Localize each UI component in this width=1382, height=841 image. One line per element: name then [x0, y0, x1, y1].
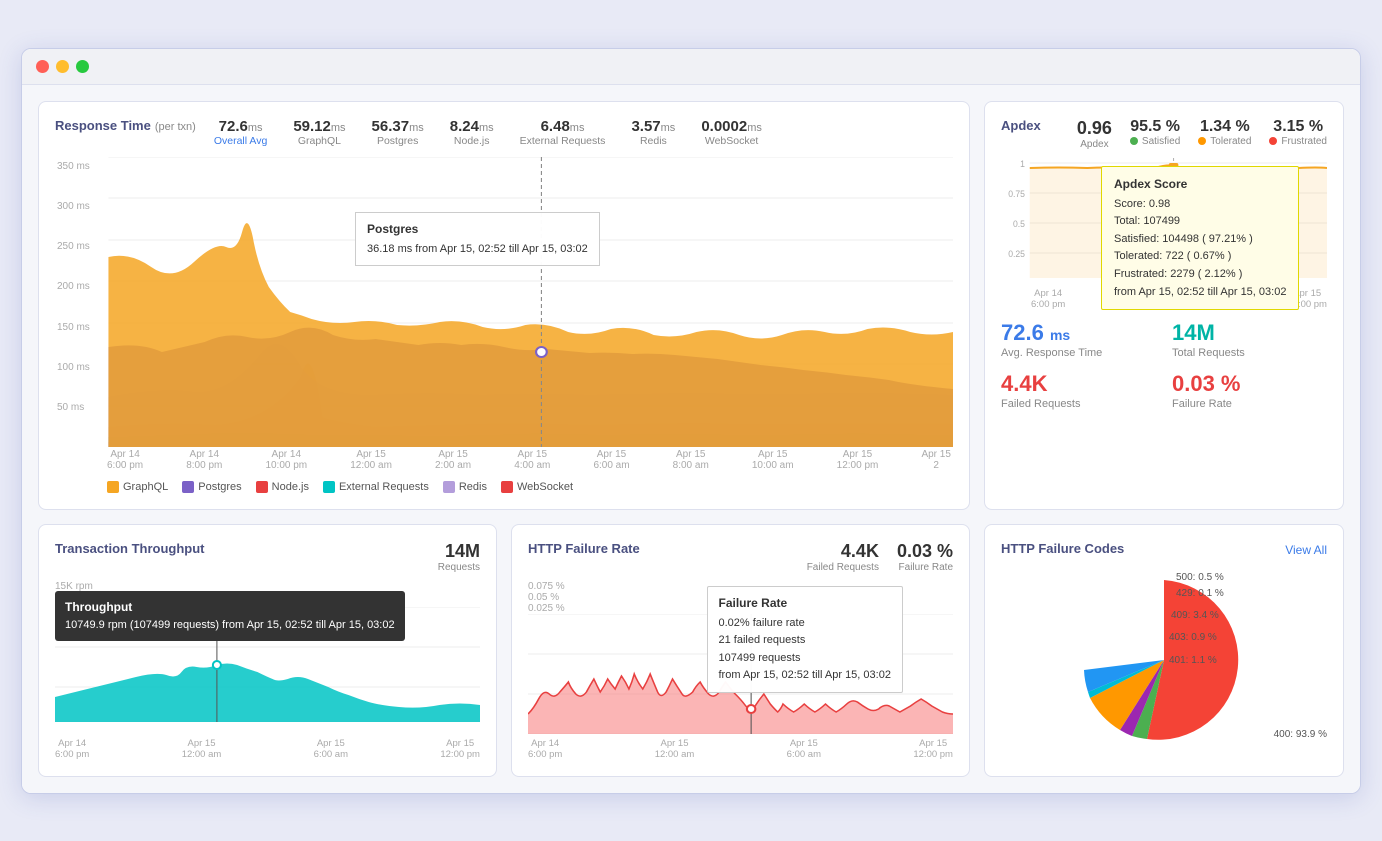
- svg-text:0.75: 0.75: [1008, 188, 1025, 198]
- legend-postgres: Postgres: [182, 481, 241, 493]
- stat-failed-requests-value: 4.4K: [1001, 371, 1047, 397]
- stat-avg-response-value: 72.6 ms: [1001, 320, 1070, 346]
- legend-websocket: WebSocket: [501, 481, 573, 493]
- metric-websocket: 0.0002ms WebSocket: [701, 118, 762, 147]
- stat-avg-response-label: Avg. Response Time: [1001, 347, 1102, 359]
- apdex-chart-area: 1 0.75 0.5 0.25 Apdex Score: [1001, 158, 1327, 278]
- stat-avg-response: 72.6 ms Avg. Response Time: [1001, 320, 1156, 359]
- apdex-frustrated-value: 3.15 %: [1273, 118, 1323, 136]
- apdex-metrics: 0.96 Apdex 95.5 % Satisfied 1.34 % Toler…: [1077, 118, 1327, 150]
- response-time-metrics: 72.6ms Overall Avg 59.12ms GraphQL 56.37ms…: [214, 118, 778, 147]
- http-failure-codes-card: HTTP Failure Codes View All: [984, 524, 1344, 777]
- svg-text:0.5: 0.5: [1013, 218, 1025, 228]
- hfr-svg: [528, 614, 953, 734]
- pie-container: 500: 0.5 % 429: 0.1 % 409: 3.4 % 403: 0.…: [1001, 570, 1327, 750]
- failure-rate-metric: 0.03 % Failure Rate: [897, 541, 953, 573]
- apdex-tooltip: Apdex Score Score: 0.98 Total: 107499 Sa…: [1101, 166, 1299, 311]
- failed-requests-label: Failed Requests: [807, 562, 879, 573]
- legend-external: External Requests: [323, 481, 429, 493]
- browser-window: Response Time (per txn) 72.6ms Overall A…: [21, 48, 1361, 794]
- response-time-legend: GraphQL Postgres Node.js External Reques…: [55, 481, 953, 493]
- metric-redis: 3.57ms Redis: [631, 118, 675, 147]
- metric-external-requests: 6.48ms External Requests: [520, 118, 606, 147]
- throughput-x-axis: Apr 146:00 pm Apr 1512:00 am Apr 156:00 …: [55, 738, 480, 760]
- apdex-header: Apdex 0.96 Apdex 95.5 % Satisfied 1.34 %: [1001, 118, 1327, 150]
- apdex-score: 0.96 Apdex: [1077, 118, 1112, 150]
- stat-failure-rate-label: Failure Rate: [1172, 398, 1232, 410]
- apdex-score-label: Apdex: [1080, 139, 1108, 150]
- apdex-tolerated: 1.34 % Tolerated: [1198, 118, 1251, 147]
- apdex-frustrated: 3.15 % Frustrated: [1269, 118, 1327, 147]
- failed-requests-value: 4.4K: [841, 541, 879, 562]
- apdex-satisfied-value: 95.5 %: [1130, 118, 1180, 136]
- stat-failed-requests-label: Failed Requests: [1001, 398, 1081, 410]
- response-time-x-axis: Apr 146:00 pm Apr 148:00 pm Apr 1410:00 …: [55, 449, 953, 471]
- view-all-link[interactable]: View All: [1285, 543, 1327, 557]
- close-icon[interactable]: [36, 60, 49, 73]
- legend-graphql: GraphQL: [107, 481, 168, 493]
- apdex-title: Apdex: [1001, 118, 1041, 133]
- failed-requests-metric: 4.4K Failed Requests: [807, 541, 879, 573]
- http-failure-codes-header: HTTP Failure Codes View All: [1001, 541, 1327, 560]
- throughput-card: Transaction Throughput 14M Requests 15K …: [38, 524, 497, 777]
- browser-titlebar: [22, 49, 1360, 85]
- http-failure-rate-header: HTTP Failure Rate 4.4K Failed Requests 0…: [528, 541, 953, 573]
- throughput-header: Transaction Throughput 14M Requests: [55, 541, 480, 573]
- stat-failure-rate-value: 0.03 %: [1172, 371, 1241, 397]
- svg-text:0.25: 0.25: [1008, 248, 1025, 258]
- metric-node.js: 8.24ms Node.js: [450, 118, 494, 147]
- pie-chart-svg: [1064, 570, 1264, 750]
- throughput-label: Requests: [438, 562, 480, 573]
- response-time-title: Response Time: [55, 118, 151, 133]
- stat-total-requests: 14M Total Requests: [1172, 320, 1327, 359]
- http-failure-codes-title: HTTP Failure Codes: [1001, 541, 1124, 556]
- response-time-svg: [55, 157, 953, 447]
- apdex-tolerated-value: 1.34 %: [1200, 118, 1250, 136]
- apdex-satisfied: 95.5 % Satisfied: [1130, 118, 1180, 147]
- stat-total-requests-label: Total Requests: [1172, 347, 1245, 359]
- failure-rate-label: Failure Rate: [899, 562, 953, 573]
- metric-postgres: 56.37ms Postgres: [372, 118, 424, 147]
- throughput-svg: [55, 607, 480, 722]
- stat-failed-requests: 4.4K Failed Requests: [1001, 371, 1156, 410]
- pie-label-400: 400: 93.9 %: [1274, 729, 1327, 740]
- response-time-chart-area: 350 ms 300 ms 250 ms 200 ms 150 ms 100 m…: [55, 157, 953, 447]
- metric-overall-avg: 72.6ms Overall Avg: [214, 118, 268, 147]
- hfr-x-axis: Apr 146:00 pm Apr 1512:00 am Apr 156:00 …: [528, 738, 953, 760]
- http-failure-rate-title: HTTP Failure Rate: [528, 541, 640, 556]
- throughput-chart: 15K rpm 10K rpm T: [55, 581, 480, 736]
- http-failure-rate-card: HTTP Failure Rate 4.4K Failed Requests 0…: [511, 524, 970, 777]
- response-title-section: Response Time (per txn): [55, 118, 196, 137]
- apdex-score-value: 0.96: [1077, 118, 1112, 139]
- svg-text:1: 1: [1020, 158, 1025, 168]
- top-row: Response Time (per txn) 72.6ms Overall A…: [38, 101, 1344, 510]
- http-failure-rate-metrics: 4.4K Failed Requests 0.03 % Failure Rate: [807, 541, 953, 573]
- legend-redis: Redis: [443, 481, 487, 493]
- apdex-tooltip-title: Apdex Score: [1114, 175, 1286, 194]
- dashboard: Response Time (per txn) 72.6ms Overall A…: [22, 85, 1360, 793]
- legend-nodejs: Node.js: [256, 481, 309, 493]
- stat-total-requests-value: 14M: [1172, 320, 1215, 346]
- response-time-card: Response Time (per txn) 72.6ms Overall A…: [38, 101, 970, 510]
- http-failure-rate-chart: 0.075 % 0.05 % 0.025 %: [528, 581, 953, 736]
- stat-failure-rate: 0.03 % Failure Rate: [1172, 371, 1327, 410]
- failure-rate-value: 0.03 %: [897, 541, 953, 562]
- throughput-value: 14M: [438, 541, 480, 562]
- minimize-icon[interactable]: [56, 60, 69, 73]
- apdex-card: Apdex 0.96 Apdex 95.5 % Satisfied 1.34 %: [984, 101, 1344, 510]
- metric-graphql: 59.12ms GraphQL: [293, 118, 345, 147]
- response-time-subtitle: (per txn): [155, 121, 196, 133]
- apdex-stats: 72.6 ms Avg. Response Time 14M Total Req…: [1001, 320, 1327, 410]
- throughput-metric: 14M Requests: [438, 541, 480, 573]
- maximize-icon[interactable]: [76, 60, 89, 73]
- response-header: Response Time (per txn) 72.6ms Overall A…: [55, 118, 953, 147]
- throughput-title: Transaction Throughput: [55, 541, 205, 556]
- bottom-row: Transaction Throughput 14M Requests 15K …: [38, 524, 1344, 777]
